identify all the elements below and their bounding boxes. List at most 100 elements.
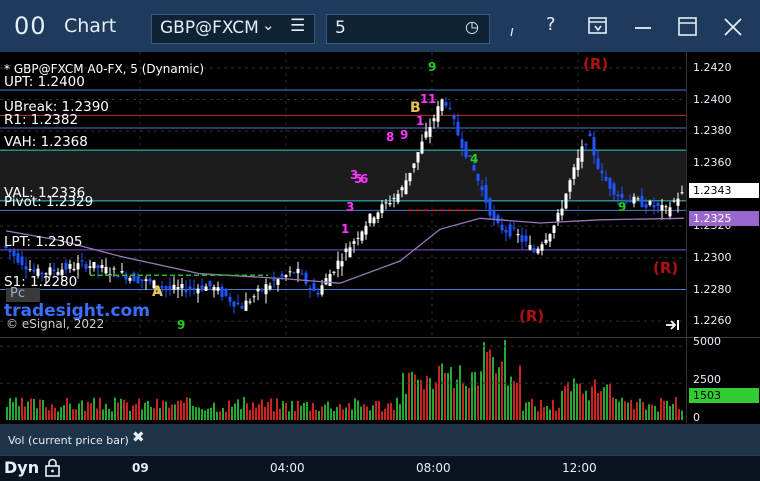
draw-tool-icon[interactable]: ı: [510, 24, 514, 40]
volume-bar: [513, 381, 515, 420]
volume-bar: [585, 390, 587, 420]
close-icon[interactable]: [722, 16, 744, 38]
candle-body: [92, 262, 96, 269]
volume-bar: [279, 408, 281, 420]
candle-body: [508, 224, 512, 237]
maximize-icon[interactable]: [677, 16, 699, 38]
volume-bar: [312, 402, 314, 420]
volume-bar: [57, 411, 59, 420]
volume-bar: [195, 407, 197, 420]
volume-bar: [594, 379, 596, 420]
scroll-to-end-icon[interactable]: [665, 318, 681, 332]
candle-body: [304, 272, 308, 284]
volume-bar: [216, 411, 218, 420]
template-icon[interactable]: [587, 16, 609, 38]
volume-bar: [54, 407, 56, 420]
candle-body: [448, 108, 452, 110]
volume-bar: [465, 385, 467, 420]
price-chart-canvas[interactable]: [0, 52, 686, 337]
copyright: © eSignal, 2022: [6, 317, 105, 331]
candle-body: [256, 288, 260, 292]
volume-bar: [81, 400, 83, 420]
candle-body: [344, 248, 348, 253]
candle-body: [268, 285, 272, 290]
help-icon[interactable]: ?: [546, 14, 556, 35]
candle-body: [540, 244, 544, 251]
candle-body: [132, 272, 136, 282]
price-tick: 1.2300: [693, 250, 732, 264]
reversal-marker: (R): [653, 259, 679, 277]
volume-bar: [576, 383, 578, 420]
level-label: UPT: 1.2400: [4, 74, 85, 90]
volume-chart[interactable]: [0, 338, 686, 423]
sequence-count: 9: [177, 318, 186, 332]
candle-body: [632, 196, 636, 204]
volume-bar: [357, 400, 359, 420]
price-axis[interactable]: 1.24201.24001.23801.23601.23401.23201.23…: [686, 52, 760, 337]
volume-bar: [507, 385, 509, 420]
volume-bar: [9, 398, 11, 420]
volume-bar: [366, 406, 368, 420]
volume-bar: [456, 379, 458, 420]
candle-body: [20, 256, 24, 266]
volume-bar: [645, 409, 647, 420]
volume-bar: [39, 399, 41, 420]
chevron-down-icon[interactable]: ⌄: [262, 16, 275, 34]
volume-bar: [12, 402, 14, 420]
volume-bar: [174, 404, 176, 420]
candle-body: [596, 158, 600, 169]
candle-body: [224, 288, 228, 296]
volume-axis[interactable]: 5000 2500 0 1503: [686, 335, 760, 424]
volume-bar: [222, 407, 224, 420]
clock-icon[interactable]: ◷: [465, 17, 479, 36]
study-label: Vol (current price bar): [8, 434, 129, 447]
volume-bar: [333, 411, 335, 420]
candle-body: [144, 279, 148, 281]
volume-bar: [249, 409, 251, 420]
candle-body: [280, 274, 284, 277]
candle-body: [672, 200, 676, 202]
volume-bar: [468, 387, 470, 420]
close-study-icon[interactable]: ✖: [132, 428, 145, 446]
volume-bar: [378, 401, 380, 420]
candle-body: [120, 270, 124, 273]
volume-bar: [639, 398, 641, 420]
list-menu-icon[interactable]: ☰: [290, 16, 305, 36]
time-axis[interactable]: [0, 455, 760, 481]
candle-body: [568, 180, 572, 192]
symbol-input[interactable]: GBP@FXCM ⌄ ☰: [151, 14, 315, 44]
interval-input[interactable]: 5 ◷: [326, 14, 490, 44]
app-icon[interactable]: 00: [14, 12, 47, 40]
sequence-count: 1: [428, 92, 437, 106]
candle-body: [476, 174, 480, 181]
volume-chart-canvas[interactable]: [0, 338, 686, 423]
volume-bar: [414, 374, 416, 420]
volume-bar: [519, 365, 521, 420]
candle-body: [664, 206, 668, 208]
volume-bar: [219, 411, 221, 420]
sequence-count: 3: [346, 200, 355, 214]
volume-bar: [198, 407, 200, 420]
volume-bar: [606, 384, 608, 420]
volume-bar: [441, 363, 443, 420]
candle-body: [188, 286, 192, 290]
candle-body: [316, 292, 320, 295]
candle-body: [260, 289, 264, 291]
volume-bar: [459, 365, 461, 420]
volume-bar: [243, 397, 245, 420]
volume-bar: [210, 407, 212, 420]
sequence-count: 4: [470, 152, 479, 166]
lock-icon[interactable]: [44, 458, 62, 478]
volume-bar: [351, 409, 353, 420]
volume-bar: [420, 380, 422, 420]
candle-body: [572, 167, 576, 179]
volume-bar: [654, 405, 656, 420]
level-label: LPT: 1.2305: [4, 233, 83, 250]
volume-bar: [78, 403, 80, 420]
candle-body: [408, 172, 412, 182]
price-chart[interactable]: * GBP@FXCM A0-FX, 5 (Dynamic) UPT: 1.240…: [0, 52, 686, 337]
volume-bar: [567, 381, 569, 420]
minimize-icon[interactable]: [632, 16, 654, 38]
volume-bar: [429, 378, 431, 420]
dynamic-mode-label[interactable]: Dyn: [4, 458, 39, 477]
